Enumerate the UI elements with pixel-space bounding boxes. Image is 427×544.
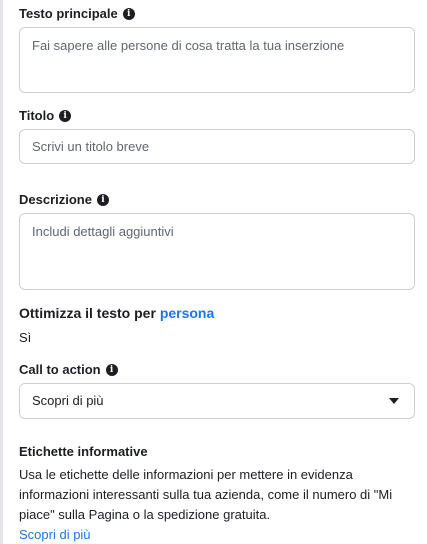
main-text-label: Testo principale i — [19, 6, 135, 22]
title-placeholder: Scrivi un titolo breve — [32, 139, 150, 154]
optimize-text-value: Sì — [19, 330, 32, 345]
info-icon[interactable]: i — [105, 364, 118, 376]
title-label: Titolo i — [19, 108, 72, 124]
info-icon[interactable]: i — [122, 8, 135, 20]
call-to-action-select[interactable]: Scopri di più — [19, 383, 415, 419]
call-to-action-label: Call to action i — [19, 362, 118, 378]
info-labels-description: Usa le etichette delle informazioni per … — [19, 467, 393, 522]
optimize-text-prefix: Ottimizza il testo per — [19, 305, 160, 321]
main-text-placeholder: Fai sapere alle persone di cosa tratta l… — [32, 38, 345, 53]
description-label-text: Descrizione — [19, 192, 92, 207]
info-icon[interactable]: i — [96, 194, 109, 206]
description-placeholder: Includi dettagli aggiuntivi — [32, 224, 174, 239]
description-label: Descrizione i — [19, 192, 109, 208]
title-input[interactable]: Scrivi un titolo breve — [19, 129, 415, 164]
persona-link[interactable]: persona — [160, 305, 214, 321]
learn-more-link[interactable]: Scopri di più — [19, 526, 91, 544]
call-to-action-selected-value: Scopri di più — [32, 393, 104, 408]
caret-down-icon — [389, 398, 399, 404]
main-text-textarea[interactable]: Fai sapere alle persone di cosa tratta l… — [19, 27, 415, 93]
call-to-action-label-text: Call to action — [19, 362, 101, 377]
info-labels-heading: Etichette informative — [19, 444, 148, 459]
left-rail-divider — [0, 0, 3, 544]
info-icon[interactable]: i — [59, 110, 72, 122]
optimize-text-heading: Ottimizza il testo per persona — [19, 305, 214, 322]
main-text-label-text: Testo principale — [19, 6, 118, 21]
title-label-text: Titolo — [19, 108, 55, 123]
description-textarea[interactable]: Includi dettagli aggiuntivi — [19, 213, 415, 290]
